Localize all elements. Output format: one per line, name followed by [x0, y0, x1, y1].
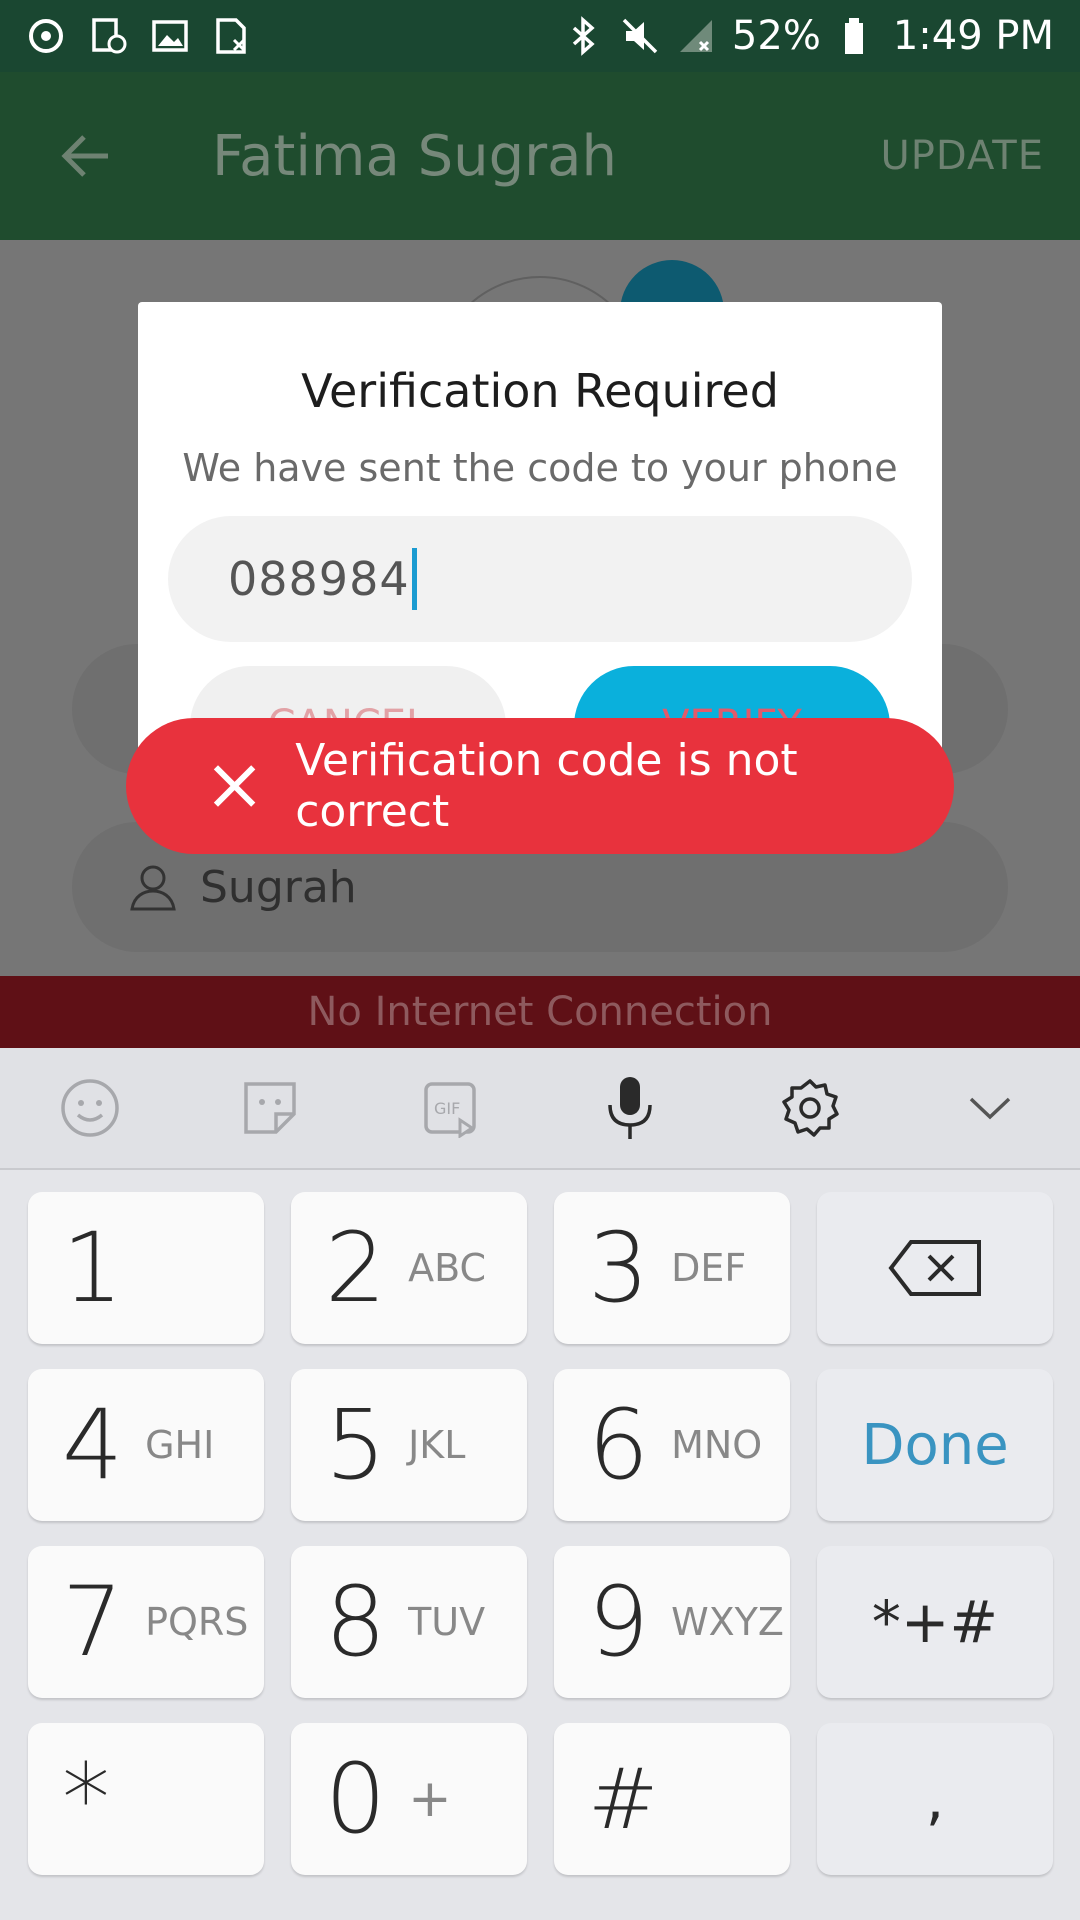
dialog-subtitle: We have sent the code to your phone [182, 446, 898, 490]
arrow-left-icon [61, 135, 108, 177]
image-icon [152, 20, 188, 52]
key-1[interactable]: 1 [28, 1192, 264, 1344]
key-9[interactable]: 9 WXYZ [554, 1546, 790, 1698]
error-message: Verification code is not correct [295, 735, 798, 837]
comma-key[interactable]: , [817, 1723, 1053, 1875]
battery-percent: 52% [731, 13, 821, 59]
app-bar: Fatima Sugrah UPDATE [0, 72, 1080, 240]
verification-dialog: Verification Required We have sent the c… [138, 302, 942, 762]
key-7[interactable]: 7 PQRS [28, 1546, 264, 1698]
bluetooth-icon [572, 16, 595, 56]
page-title: Fatima Sugrah [212, 123, 617, 189]
sync-icon [29, 19, 63, 53]
sticker-icon[interactable] [237, 1075, 303, 1141]
no-internet-banner: No Internet Connection [0, 976, 1080, 1048]
dialog-title: Verification Required [301, 364, 779, 418]
chevron-down-icon[interactable] [957, 1075, 1023, 1141]
last-name-value: Sugrah [200, 861, 357, 913]
key-star[interactable]: * [28, 1723, 264, 1875]
battery-icon [844, 18, 863, 54]
key-3[interactable]: 3 DEF [554, 1192, 790, 1344]
sim-card-icon [216, 18, 246, 54]
symbols-key[interactable]: *+# [817, 1546, 1053, 1698]
person-icon [130, 865, 176, 911]
svg-text:GIF: GIF [434, 1099, 460, 1118]
settings-icon[interactable] [777, 1075, 843, 1141]
done-key[interactable]: Done [817, 1369, 1053, 1521]
gif-icon[interactable]: GIF [417, 1075, 483, 1141]
verification-code-input[interactable]: 088984 [168, 516, 912, 642]
key-6[interactable]: 6 MNO [554, 1369, 790, 1521]
clock: 1:49 PM [892, 13, 1054, 59]
back-button[interactable] [30, 101, 140, 211]
update-button[interactable]: UPDATE [881, 133, 1044, 179]
code-value: 088984 [228, 552, 410, 606]
backspace-key[interactable] [817, 1192, 1053, 1344]
mute-icon [622, 18, 658, 54]
key-4[interactable]: 4 GHI [28, 1369, 264, 1521]
close-icon [213, 765, 256, 807]
key-hash[interactable]: # [554, 1723, 790, 1875]
error-toast: Verification code is not correct [126, 718, 954, 854]
keyboard-toolbar: GIF [0, 1048, 1080, 1170]
key-0[interactable]: 0 + [291, 1723, 527, 1875]
text-cursor [411, 548, 417, 610]
emoji-icon[interactable] [57, 1075, 123, 1141]
backspace-icon [888, 1240, 981, 1296]
key-8[interactable]: 8 TUV [291, 1546, 527, 1698]
microphone-icon[interactable] [597, 1075, 663, 1141]
status-bar: 52% 1:49 PM [0, 0, 1080, 72]
key-5[interactable]: 5 JKL [291, 1369, 527, 1521]
key-2[interactable]: 2 ABC [291, 1192, 527, 1344]
number-pad: 1 2 ABC 3 DEF 4 GHI 5 JKL 6 MNO Done 7 PQRS 8T… [0, 1172, 1080, 1920]
file-clock-icon [92, 18, 127, 54]
signal-icon [679, 20, 712, 52]
